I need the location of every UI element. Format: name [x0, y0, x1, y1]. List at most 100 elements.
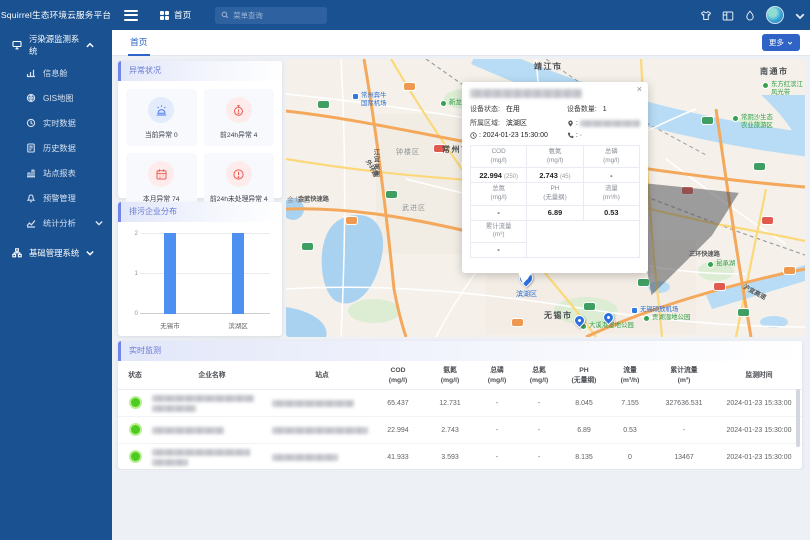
enterprise-name-redacted: [152, 444, 272, 471]
chevron-down-icon: [94, 218, 104, 228]
stat-card-24h-abnormal[interactable]: 前24h异常 4: [204, 89, 275, 146]
stat-label: 当前异常: [145, 132, 172, 139]
monitor-icon: [12, 40, 22, 50]
tabbar: 首页 更多: [112, 30, 810, 56]
sidebar-item-label: 历史数据: [43, 142, 76, 154]
sidebar-item-station-report[interactable]: 站点报表: [0, 160, 112, 185]
company-name-redacted: [470, 89, 582, 98]
sidebar-item-gis-map[interactable]: GIS地图: [0, 85, 112, 110]
vertical-scrollbar[interactable]: [796, 389, 800, 447]
bar-wuxi: [164, 233, 176, 314]
monitor-header-row: 状态 企业名称 站点 COD(mg/l) 氨氮(mg/l) 总磷(mg/l) 总…: [118, 363, 802, 390]
sidebar-item-label: 统计分析: [43, 217, 94, 229]
map-label: 江宜高速: [372, 149, 379, 178]
bell-icon: [26, 193, 36, 203]
layout-columns-icon[interactable]: [722, 9, 734, 21]
road-badge: [638, 279, 649, 286]
device-status-label: 设备状态:: [470, 104, 500, 114]
breadcrumb[interactable]: 首页: [160, 9, 191, 21]
panel-title: 排污企业分布: [118, 202, 282, 222]
bar-binhu: [232, 233, 244, 314]
sidebar-group-label: 污染源监测系统: [29, 33, 85, 57]
road-badge: [512, 319, 523, 326]
sidebar-item-label: GIS地图: [43, 92, 73, 104]
x-category: 滨湖区: [213, 320, 263, 330]
map-label: 贡湖湿地公园: [643, 314, 690, 322]
more-label: 更多: [769, 37, 784, 48]
map-label: 无锡市: [544, 311, 573, 321]
sidebar-item-alert-management[interactable]: 预警管理: [0, 185, 112, 210]
more-button[interactable]: 更多: [762, 34, 800, 51]
table-row[interactable]: 65.43712.731 -- 8.0457.155 327636.531202…: [118, 390, 802, 417]
transit-icon: [352, 93, 359, 100]
bar-chart: 2 1 0 无锡市 滨湖区: [126, 225, 274, 333]
map-label: 靖江市: [534, 62, 563, 72]
table-row[interactable]: 22.9942.743 -- 6.890.53 -2024-01-23 15:3…: [118, 417, 802, 444]
y-tick: 0: [128, 310, 138, 317]
device-count-value: 1: [603, 106, 607, 113]
close-icon[interactable]: ×: [637, 85, 642, 94]
sidebar: Squirrel生态环境云服务平台 污染源监测系统 信息舱 GIS地图 实时数据…: [0, 0, 112, 540]
location-icon: [567, 120, 574, 127]
calendar-icon: [148, 161, 174, 187]
stopwatch-icon: [226, 97, 252, 123]
panel-title: 实时监测: [118, 341, 802, 361]
road-badge: [682, 187, 693, 194]
road-badge: [404, 83, 415, 90]
road-badge: [714, 283, 725, 290]
site-name-redacted: [272, 444, 372, 471]
road-badge: [318, 101, 329, 108]
device-count-label: 设备数量:: [567, 104, 597, 114]
road-badge: [302, 243, 313, 250]
stat-label: 前24h异常: [220, 132, 252, 139]
map-label: 无锡硕放机场: [631, 306, 678, 314]
chevron-up-icon: [85, 40, 95, 50]
siren-icon: [148, 97, 174, 123]
sidebar-group-pollution-monitor[interactable]: 污染源监测系统: [0, 30, 112, 60]
search-input[interactable]: [233, 11, 321, 20]
enterprise-name-redacted: [152, 417, 272, 444]
x-axis: [140, 313, 270, 314]
theme-shirt-icon[interactable]: [700, 9, 712, 21]
app-logo: Squirrel生态环境云服务平台: [0, 0, 112, 30]
topbar-actions: [700, 0, 802, 30]
transit-icon: [631, 307, 638, 314]
sidebar-item-info-cabin[interactable]: 信息舱: [0, 60, 112, 85]
document-icon: [26, 143, 36, 153]
table-row[interactable]: 41.9333.593 -- 8.1350 134672024-01-23 15…: [118, 444, 802, 471]
grid-icon: [160, 11, 169, 20]
building-chart-icon: [26, 168, 36, 178]
gridline: [140, 273, 270, 274]
road-badge: [584, 303, 595, 310]
topbar: 首页: [112, 0, 810, 30]
map-label: 滨湖区: [516, 291, 537, 299]
region-value: 滨湖区: [506, 118, 527, 128]
stat-card-current-abnormal[interactable]: 当前异常 0: [126, 89, 197, 146]
map-label: 昆承湖: [707, 260, 735, 268]
map-canvas[interactable]: 靖江市南通市常州市无锡市钟楼区武进区金坛区常熟市滨湖区新龙生态林黄泗浦生态公园常…: [286, 59, 805, 337]
map-label: 三环快速路: [689, 251, 720, 258]
device-status-value: 在用: [506, 104, 520, 114]
clock-icon: [26, 118, 36, 128]
park-icon: [643, 315, 650, 322]
enterprise-name-redacted: [152, 390, 272, 417]
road-badge: [754, 163, 765, 170]
avatar[interactable]: [766, 6, 784, 24]
map-label: 常阴沙生态 农业旅游区: [732, 114, 773, 129]
hamburger-menu-icon[interactable]: [124, 7, 138, 23]
breadcrumb-home: 首页: [174, 9, 191, 21]
sidebar-item-statistics[interactable]: 统计分析: [0, 210, 112, 235]
sidebar-item-label: 站点报表: [43, 167, 76, 179]
status-dot-online: [131, 452, 140, 461]
chevron-down-icon[interactable]: [794, 9, 802, 21]
flame-icon[interactable]: [744, 9, 756, 21]
tab-home[interactable]: 首页: [130, 30, 148, 56]
sidebar-item-realtime-data[interactable]: 实时数据: [0, 110, 112, 135]
stat-value: 4: [254, 132, 258, 139]
menu-search-box[interactable]: [215, 7, 327, 24]
sidebar-item-history-data[interactable]: 历史数据: [0, 135, 112, 160]
sidebar-item-label: 实时数据: [43, 117, 76, 129]
panel-title: 异常状况: [118, 61, 282, 81]
sidebar-group-basic-management[interactable]: 基础管理系统: [0, 238, 112, 268]
address-redacted: [580, 120, 640, 127]
